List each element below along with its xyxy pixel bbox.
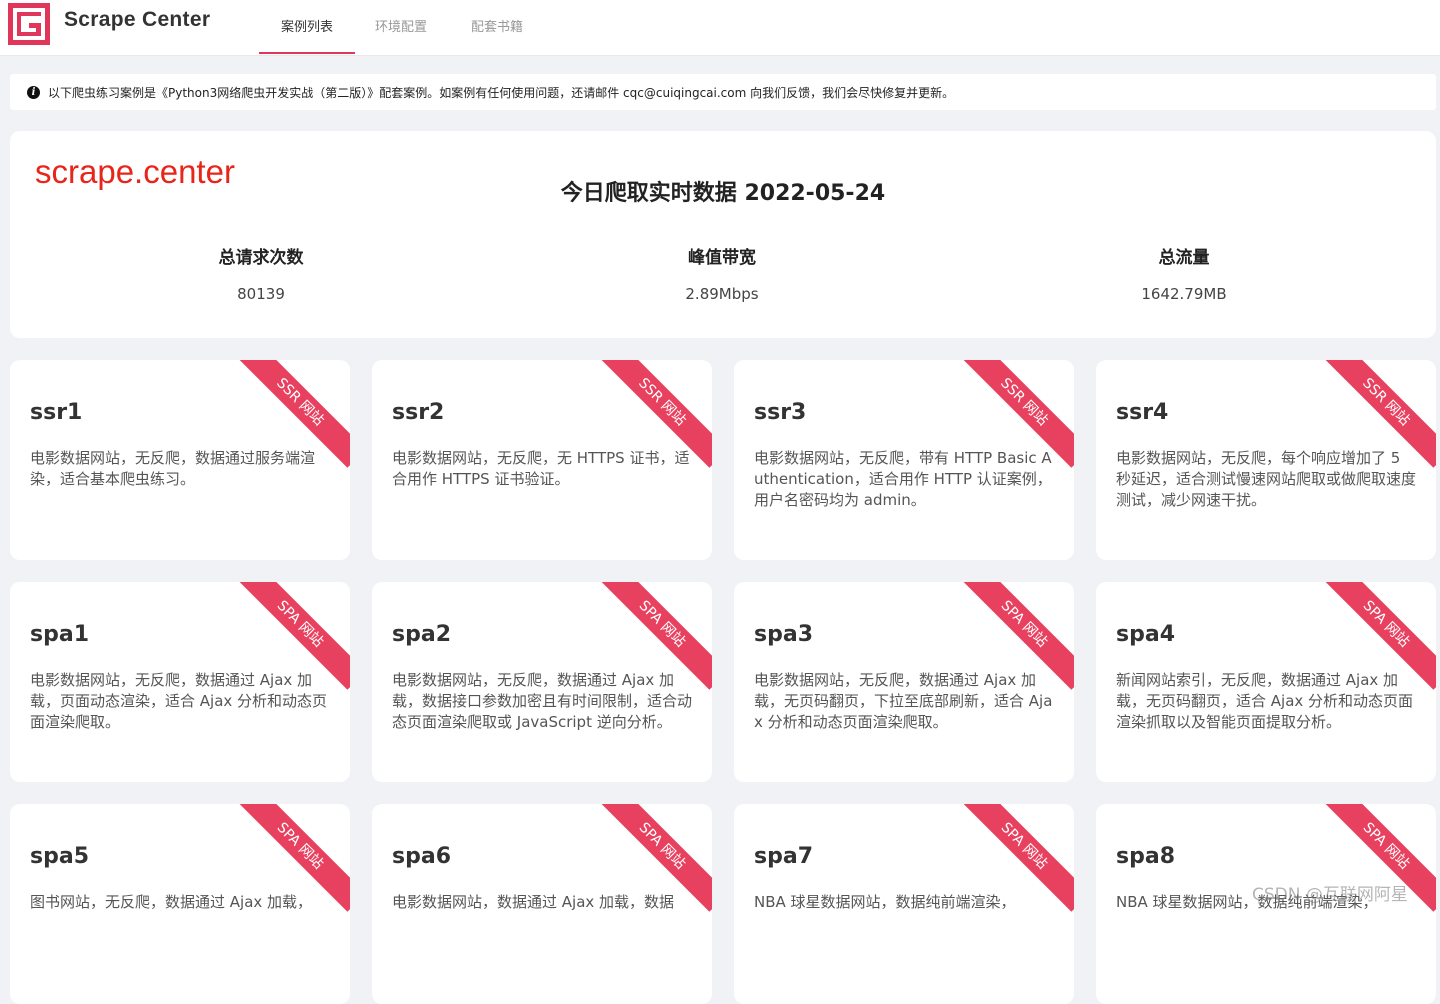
card-description: 电影数据网站，无反爬，无 HTTPS 证书，适合用作 HTTPS 证书验证。 — [392, 449, 690, 488]
card-title[interactable]: spa8 — [1116, 844, 1175, 869]
nav-tab-environment[interactable]: 环境配置 — [375, 16, 427, 54]
card-description: 图书网站，无反爬，数据通过 Ajax 加载， — [30, 893, 313, 911]
card-description: 电影数据网站，无反爬，数据通过 Ajax 加载，无页码翻页，下拉至底部刷新，适合… — [754, 671, 1053, 731]
card-title[interactable]: spa4 — [1116, 622, 1175, 647]
case-card-ssr1[interactable]: SSR 网站 ssr1 电影数据网站，无反爬，数据通过服务端渲染，适合基本爬虫练… — [10, 360, 350, 560]
case-card-spa5[interactable]: SPA 网站 spa5 图书网站，无反爬，数据通过 Ajax 加载， — [10, 804, 350, 1004]
stat-value: 80139 — [237, 285, 285, 303]
card-description: 电影数据网站，无反爬，每个响应增加了 5 秒延迟，适合测试慢速网站爬取或做爬取速… — [1116, 449, 1417, 509]
case-card-spa4[interactable]: SPA 网站 spa4 新闻网站索引，无反爬，数据通过 Ajax 加载，无页码翻… — [1096, 582, 1436, 782]
watermark-text: CSDN @互联网阿星 — [1252, 885, 1408, 905]
card-description: 电影数据网站，无反爬，数据通过 Ajax 加载，数据接口参数加密且有时间限制，适… — [392, 671, 693, 731]
case-card-ssr4[interactable]: SSR 网站 ssr4 电影数据网站，无反爬，每个响应增加了 5 秒延迟，适合测… — [1096, 360, 1436, 560]
stat-total-traffic: 总流量 1642.79MB — [1034, 243, 1334, 303]
card-title[interactable]: spa2 — [392, 622, 451, 647]
top-header: Scrape Center 案例列表 环境配置 配套书籍 — [0, 0, 1440, 56]
card-title[interactable]: spa5 — [30, 844, 89, 869]
stat-peak-bandwidth: 峰值带宽 2.89Mbps — [572, 243, 872, 303]
card-title[interactable]: ssr4 — [1116, 400, 1168, 425]
stat-label: 峰值带宽 — [688, 248, 756, 268]
card-title[interactable]: spa6 — [392, 844, 451, 869]
card-description: 电影数据网站，无反爬，数据通过服务端渲染，适合基本爬虫练习。 — [30, 449, 316, 488]
card-description: 电影数据网站，无反爬，数据通过 Ajax 加载，页面动态渲染，适合 Ajax 分… — [30, 671, 328, 731]
case-card-ssr3[interactable]: SSR 网站 ssr3 电影数据网站，无反爬，带有 HTTP Basic Aut… — [734, 360, 1074, 560]
stat-label: 总流量 — [1158, 248, 1210, 268]
case-card-ssr2[interactable]: SSR 网站 ssr2 电影数据网站，无反爬，无 HTTPS 证书，适合用作 H… — [372, 360, 712, 560]
card-title[interactable]: spa1 — [30, 622, 89, 647]
stat-total-requests: 总请求次数 80139 — [111, 243, 411, 303]
card-title[interactable]: ssr3 — [754, 400, 806, 425]
card-title[interactable]: ssr2 — [392, 400, 444, 425]
case-card-spa6[interactable]: SPA 网站 spa6 电影数据网站，数据通过 Ajax 加载，数据 — [372, 804, 712, 1004]
card-title[interactable]: ssr1 — [30, 400, 82, 425]
case-card-spa2[interactable]: SPA 网站 spa2 电影数据网站，无反爬，数据通过 Ajax 加载，数据接口… — [372, 582, 712, 782]
case-card-spa1[interactable]: SPA 网站 spa1 电影数据网站，无反爬，数据通过 Ajax 加载，页面动态… — [10, 582, 350, 782]
case-card-spa3[interactable]: SPA 网站 spa3 电影数据网站，无反爬，数据通过 Ajax 加载，无页码翻… — [734, 582, 1074, 782]
nav-tab-books[interactable]: 配套书籍 — [471, 16, 523, 54]
stats-panel: scrape.center 今日爬取实时数据 2022-05-24 总请求次数 … — [10, 131, 1436, 338]
card-description: 新闻网站索引，无反爬，数据通过 Ajax 加载，无页码翻页，适合 Ajax 分析… — [1116, 671, 1414, 731]
brand-name[interactable]: Scrape Center — [64, 8, 210, 32]
notice-text: 以下爬虫练习案例是《Python3网络爬虫开发实战（第二版）》配套案例。如案例有… — [48, 86, 955, 100]
stat-value: 1642.79MB — [1141, 285, 1227, 303]
card-title[interactable]: spa7 — [754, 844, 813, 869]
card-description: 电影数据网站，数据通过 Ajax 加载，数据 — [392, 893, 675, 911]
stats-title: 今日爬取实时数据 2022-05-24 — [560, 181, 886, 206]
card-description: 电影数据网站，无反爬，带有 HTTP Basic Authentication，… — [754, 449, 1052, 509]
notice-bar: i 以下爬虫练习案例是《Python3网络爬虫开发实战（第二版）》配套案例。如案… — [10, 74, 1436, 110]
card-description: NBA 球星数据网站，数据纯前端渲染， — [754, 893, 1016, 911]
nav-tab-cases[interactable]: 案例列表 — [259, 16, 355, 54]
card-title[interactable]: spa3 — [754, 622, 813, 647]
info-icon: i — [27, 86, 40, 99]
logo-icon[interactable] — [8, 3, 50, 45]
stat-value: 2.89Mbps — [685, 285, 759, 303]
stat-label: 总请求次数 — [218, 248, 304, 268]
case-card-spa7[interactable]: SPA 网站 spa7 NBA 球星数据网站，数据纯前端渲染， — [734, 804, 1074, 1004]
